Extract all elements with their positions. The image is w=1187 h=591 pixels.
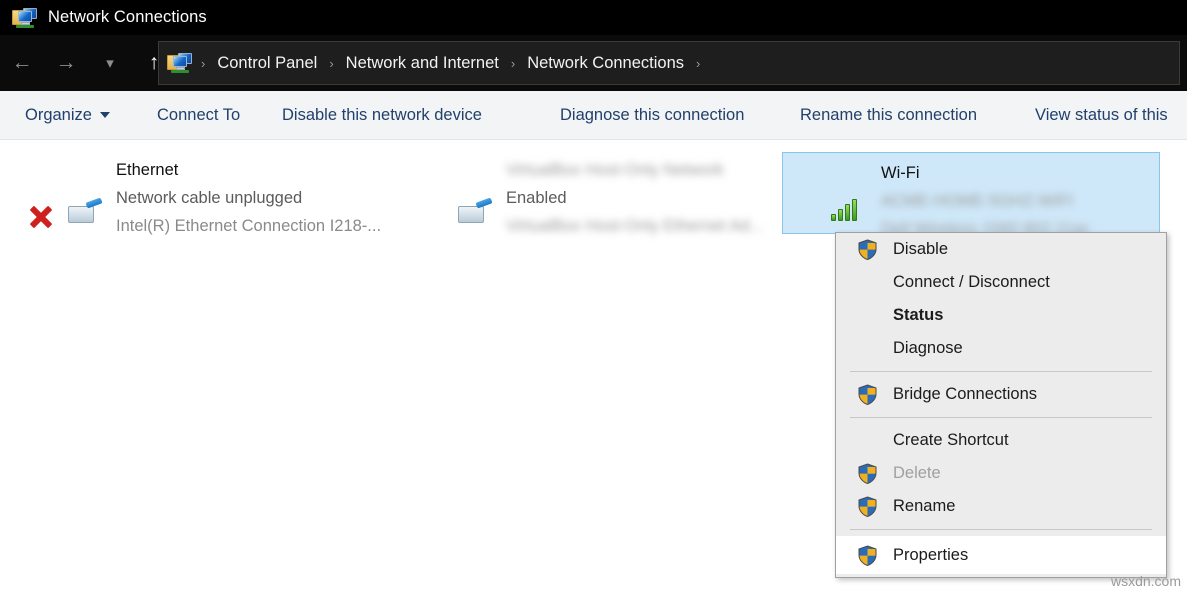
breadcrumb-control-panel[interactable]: Control Panel [209, 54, 325, 73]
menu-separator [850, 529, 1152, 530]
menu-separator [850, 371, 1152, 372]
chevron-down-icon [99, 112, 110, 118]
adapter-item-wifi[interactable]: Wi-Fi ACME-HOME-5GHZ-WIFI Dell Wireless … [782, 152, 1160, 238]
adapter-name: VirtualBox Host-Only Network [506, 161, 724, 179]
uac-shield-icon [858, 496, 877, 517]
red-x-icon [28, 204, 54, 230]
menu-item-diagnose[interactable]: Diagnose [836, 332, 1166, 365]
site-watermark: wsxdn.com [1110, 573, 1181, 589]
forward-button[interactable]: → [44, 35, 88, 91]
breadcrumb-network-connections[interactable]: Network Connections [519, 54, 692, 73]
signal-bars-icon [831, 195, 857, 221]
breadcrumb-network-icon [167, 52, 193, 74]
menu-item-label: Disable [893, 240, 949, 258]
menu-item-bridge-connections[interactable]: Bridge Connections [836, 378, 1166, 411]
menu-item-label: Status [893, 306, 944, 324]
menu-item-label: Diagnose [893, 339, 963, 357]
adapter-status: ACME-HOME-5GHZ-WIFI [881, 192, 1074, 210]
toolbar-connect-to-label: Connect To [157, 105, 241, 124]
adapter-item-ethernet[interactable]: Ethernet Network cable unplugged Intel(R… [18, 150, 398, 246]
menu-item-label: Create Shortcut [893, 431, 1009, 449]
toolbar-diagnose-label: Diagnose this connection [560, 105, 745, 124]
menu-item-disable[interactable]: Disable [836, 233, 1166, 266]
breadcrumb-network-and-internet[interactable]: Network and Internet [338, 54, 507, 73]
context-menu: Disable Connect / Disconnect Status Diag… [835, 232, 1167, 578]
toolbar-disable-device[interactable]: Disable this network device [282, 106, 482, 125]
recent-locations-button[interactable]: ▾ [88, 35, 132, 91]
toolbar-rename-label: Rename this connection [800, 105, 978, 124]
toolbar-disable-device-label: Disable this network device [282, 105, 482, 124]
toolbar-view-status-label: View status of this [1035, 105, 1168, 124]
uac-shield-icon [858, 544, 877, 566]
address-bar[interactable]: › Control Panel › Network and Internet ›… [158, 41, 1180, 85]
title-bar: Network Connections [0, 0, 1187, 35]
window-title: Network Connections [48, 8, 207, 26]
toolbar-view-status[interactable]: View status of this [1035, 106, 1168, 125]
adapter-status: Network cable unplugged [116, 189, 303, 207]
menu-separator [850, 417, 1152, 418]
menu-item-label: Connect / Disconnect [893, 273, 1050, 291]
adapter-description: Intel(R) Ethernet Connection I218-... [116, 217, 382, 235]
menu-item-connect-disconnect[interactable]: Connect / Disconnect [836, 266, 1166, 299]
adapter-description: VirtualBox Host-Only Ethernet Ad... [506, 217, 764, 235]
menu-item-delete: Delete [836, 457, 1166, 490]
menu-item-create-shortcut[interactable]: Create Shortcut [836, 424, 1166, 457]
network-adapter-icon [414, 156, 493, 234]
network-connections-window: Network Connections ← → ▾ ↑ › Control Pa… [0, 0, 1187, 591]
breadcrumb-separator-3: › [696, 55, 701, 71]
menu-item-status[interactable]: Status [836, 299, 1166, 332]
network-adapter-icon [24, 156, 103, 234]
toolbar-organize-label: Organize [25, 105, 92, 124]
menu-item-properties[interactable]: Properties [836, 536, 1166, 574]
network-connections-icon [12, 7, 38, 29]
menu-item-label: Delete [893, 464, 941, 482]
toolbar-organize[interactable]: Organize [25, 106, 110, 125]
adapter-name: Wi-Fi [881, 164, 920, 182]
adapter-item-virtualbox[interactable]: VirtualBox Host-Only Network Enabled Vir… [408, 150, 778, 246]
adapter-name: Ethernet [116, 161, 179, 179]
breadcrumb-separator-2: › [510, 55, 516, 71]
command-toolbar: Organize Connect To Disable this network… [0, 91, 1187, 140]
adapter-status: Enabled [506, 189, 567, 207]
breadcrumb-separator-0: › [201, 55, 206, 71]
toolbar-connect-to[interactable]: Connect To [157, 106, 240, 125]
uac-shield-icon [858, 384, 877, 405]
uac-shield-icon [858, 239, 877, 260]
menu-item-rename[interactable]: Rename [836, 490, 1166, 523]
menu-item-label: Properties [893, 545, 969, 564]
uac-shield-icon [858, 463, 877, 484]
menu-item-label: Rename [893, 497, 956, 515]
toolbar-diagnose[interactable]: Diagnose this connection [560, 106, 744, 125]
toolbar-rename[interactable]: Rename this connection [800, 106, 977, 125]
menu-item-label: Bridge Connections [893, 385, 1038, 403]
wireless-adapter-icon [789, 159, 867, 231]
back-button[interactable]: ← [0, 35, 44, 91]
breadcrumb-separator-1: › [329, 55, 334, 71]
